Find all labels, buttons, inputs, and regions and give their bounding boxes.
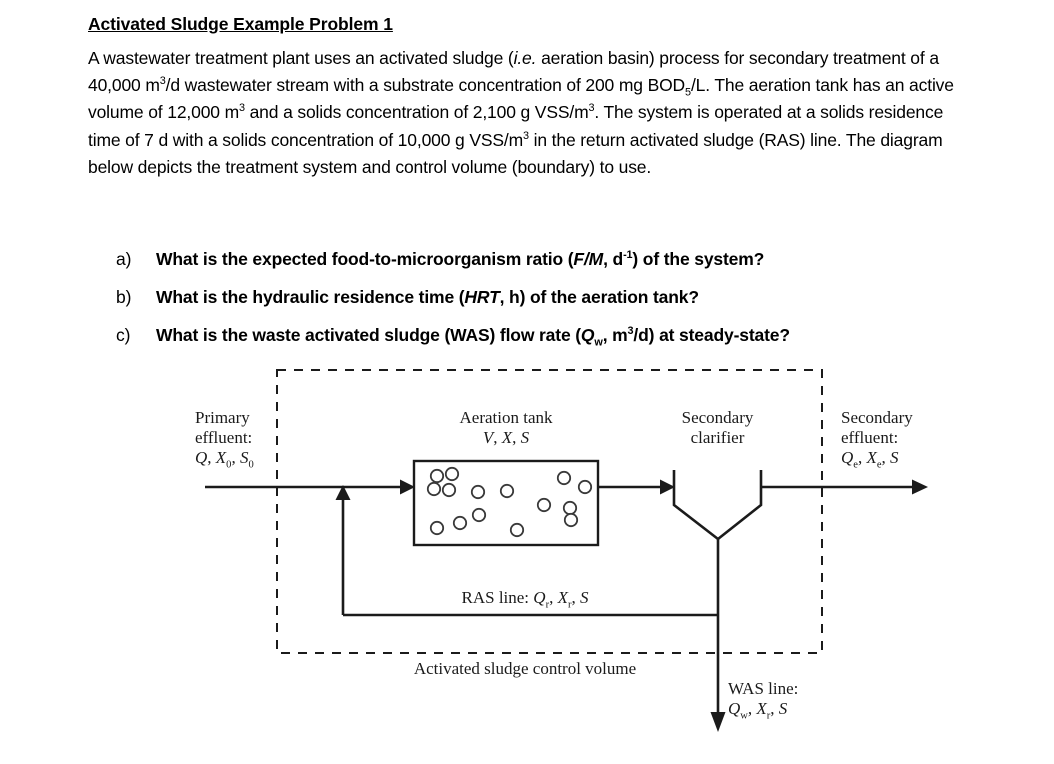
question-label-c: c) xyxy=(116,325,131,345)
secondary-clarifier-label: Secondary clarifier xyxy=(681,408,754,447)
secondary-effluent-variables: Qe, Xe, S xyxy=(841,448,899,471)
question-text-a: What is the expected food-to-microorgani… xyxy=(156,249,765,269)
aeration-tank-label: Aeration tank V, X, S xyxy=(406,408,606,448)
control-volume-label: Activated sludge control volume xyxy=(413,659,637,678)
question-text-c: What is the waste activated sludge (WAS)… xyxy=(156,325,790,349)
ras-line-label: RAS line: Qr, Xr, S xyxy=(461,588,589,611)
problem-statement: Activated Sludge Example Problem 1 A was… xyxy=(88,14,988,181)
question-label-a: a) xyxy=(116,249,132,269)
primary-effluent-label: Primary effluent: Q, X0, S0 xyxy=(195,408,254,471)
question-label-b: b) xyxy=(116,287,132,307)
was-line-label: WAS line: Qw, Xr, S xyxy=(728,679,799,722)
secondary-effluent-label: Secondary effluent: Qe, Xe, S xyxy=(841,408,913,471)
question-item-c: c) What is the waste activated sludge (W… xyxy=(116,325,996,349)
was-line-variables: Qw, Xr, S xyxy=(728,699,788,722)
problem-paragraph: A wastewater treatment plant uses an act… xyxy=(88,48,954,177)
question-item-b: b) What is the hydraulic residence time … xyxy=(116,287,996,308)
primary-effluent-variables: Q, X0, S0 xyxy=(195,448,254,471)
aeration-tank-variables: V, X, S xyxy=(482,428,530,447)
question-item-a: a) What is the expected food-to-microorg… xyxy=(116,249,996,270)
question-text-b: What is the hydraulic residence time (HR… xyxy=(156,287,699,307)
question-list: a) What is the expected food-to-microorg… xyxy=(116,249,996,363)
page-title: Activated Sludge Example Problem 1 xyxy=(88,14,393,34)
